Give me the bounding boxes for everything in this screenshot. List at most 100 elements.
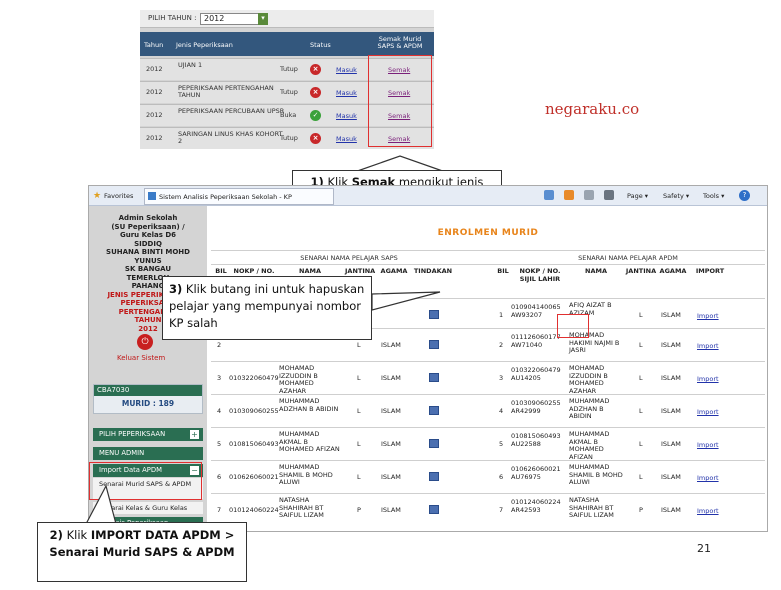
apdm-nokp: 010815060493 AU22588 xyxy=(511,432,561,448)
divider xyxy=(211,264,765,265)
saps-agama: ISLAM xyxy=(381,473,401,481)
print-icon[interactable] xyxy=(604,190,614,200)
home-icon[interactable] xyxy=(544,190,554,200)
callout-pointer-2 xyxy=(85,484,117,525)
chevron-down-icon[interactable]: ▾ xyxy=(258,13,268,25)
saps-jantina: L xyxy=(357,341,361,349)
import-link[interactable]: Import xyxy=(697,375,719,383)
exam-status: Tutup xyxy=(280,88,298,96)
power-icon[interactable]: ⏻ xyxy=(137,334,153,350)
year-label: PILIH TAHUN : xyxy=(148,14,197,22)
exam-status: Buka xyxy=(280,111,297,119)
import-link[interactable]: Import xyxy=(697,507,719,515)
exam-table-header: Tahun Jenis Peperiksaan Status Semak Mur… xyxy=(140,32,434,56)
close-icon: × xyxy=(310,87,321,98)
apdm-bil: 4 xyxy=(499,407,504,415)
apdm-nokp: 010322060479 AU14205 xyxy=(511,366,561,382)
pilih-peperiksaan-label: PILIH PEPERIKSAAN xyxy=(99,430,166,438)
menu-page[interactable]: Page ▾ xyxy=(627,192,648,200)
saps-nama: MOHAMAD IZZUDDIN B MOHAMED AZAHAR xyxy=(279,364,318,395)
apdm-col-bil: BIL xyxy=(497,267,509,275)
browser-tab[interactable]: Sistem Analisis Peperiksaan Sekolah - KP xyxy=(144,188,334,205)
user-info-line: SK BANGAU xyxy=(124,265,172,273)
apdm-agama: ISLAM xyxy=(661,440,681,448)
import-link[interactable]: Import xyxy=(697,408,719,416)
exam-status: Tutup xyxy=(280,134,298,142)
col-status: Status xyxy=(310,41,331,49)
import-link[interactable]: Import xyxy=(697,441,719,449)
callout-3-number: 3) xyxy=(169,282,183,296)
apdm-jantina: L xyxy=(639,473,643,481)
exam-name: PEPERIKSAAN PERTENGAHAN TAHUN xyxy=(178,84,274,99)
apdm-nokp: 010309060255 AR42999 xyxy=(511,399,561,415)
saps-col-nama: NAMA xyxy=(299,267,321,275)
saps-agama: ISLAM xyxy=(381,407,401,415)
exam-year: 2012 xyxy=(146,134,163,142)
year-filter-bar: PILIH TAHUN : 2012 ▾ xyxy=(140,10,434,28)
saps-nama: MUHAMMAD AKMAL B MOHAMED AFIZAN xyxy=(279,430,340,453)
exam-name: UJIAN 1 xyxy=(178,61,203,69)
masuk-link[interactable]: Masuk xyxy=(336,89,357,97)
import-link[interactable]: Import xyxy=(697,312,719,320)
apdm-agama: ISLAM xyxy=(661,311,681,319)
menu-safety[interactable]: Safety ▾ xyxy=(663,192,689,200)
mail-icon[interactable] xyxy=(584,190,594,200)
saps-jantina: L xyxy=(357,440,361,448)
saps-nokp: 010322060479 xyxy=(229,374,279,382)
delete-student-icon[interactable] xyxy=(429,439,439,448)
apdm-jantina: L xyxy=(639,440,643,448)
user-info-line: SUHANA BINTI MOHD xyxy=(106,248,190,256)
exam-name: PEPERIKSAAN PERCUBAAN UPSR xyxy=(178,107,285,115)
saps-agama: ISLAM xyxy=(381,506,401,514)
import-link[interactable]: Import xyxy=(697,474,719,482)
menu-tools[interactable]: Tools ▾ xyxy=(703,192,724,200)
delete-student-icon[interactable] xyxy=(429,472,439,481)
apdm-nama: NATASHA SHAHIRAH BT SAIFUL LIZAM xyxy=(569,496,614,519)
exam-status: Tutup xyxy=(280,65,298,73)
import-link[interactable]: Import xyxy=(697,342,719,350)
check-icon: ✓ xyxy=(310,110,321,121)
saps-bil: 7 xyxy=(217,506,222,514)
saps-bil: 2 xyxy=(217,341,222,349)
pilih-peperiksaan-button[interactable]: PILIH PEPERIKSAAN + xyxy=(93,428,203,441)
masuk-link[interactable]: Masuk xyxy=(336,135,357,143)
logout-link[interactable]: Keluar Sistem xyxy=(117,354,165,362)
help-icon[interactable]: ? xyxy=(739,190,750,201)
plus-icon: + xyxy=(190,430,199,439)
browser-window: ★ Favorites Sistem Analisis Peperiksaan … xyxy=(88,185,768,532)
exam-year: 2012 xyxy=(146,88,163,96)
apdm-jantina: P xyxy=(639,506,643,514)
delete-student-icon[interactable] xyxy=(429,373,439,382)
row-divider xyxy=(211,361,765,362)
row-divider xyxy=(211,427,765,428)
saps-col-jantina: JANTINA xyxy=(345,267,376,275)
row-divider xyxy=(211,394,765,395)
delete-student-icon[interactable] xyxy=(429,340,439,349)
user-info-line: Admin Sekolah xyxy=(118,214,178,222)
apdm-agama: ISLAM xyxy=(661,407,681,415)
apdm-jantina: L xyxy=(639,374,643,382)
saps-bil: 5 xyxy=(217,440,222,448)
feeds-icon[interactable] xyxy=(564,190,574,200)
delete-student-icon[interactable] xyxy=(429,406,439,415)
apdm-agama: ISLAM xyxy=(661,374,681,382)
callout-2-text: Klik xyxy=(62,528,91,542)
saps-agama: ISLAM xyxy=(381,341,401,349)
star-icon[interactable]: ★ xyxy=(93,191,101,201)
apdm-nama: MUHAMMAD ADZHAN B ABIDIN xyxy=(569,397,610,420)
menu-admin-button[interactable]: MENU ADMIN xyxy=(93,447,203,460)
callout-step-3: 3) Klik butang ini untuk hapuskan pelaja… xyxy=(162,276,372,340)
favorites-button[interactable]: Favorites xyxy=(104,192,133,200)
col-jenis: Jenis Peperiksaan xyxy=(176,41,233,49)
masuk-link[interactable]: Masuk xyxy=(336,112,357,120)
apdm-col-import: IMPORT xyxy=(695,267,725,275)
brand-watermark: negaraku.co xyxy=(545,100,640,118)
col-semak: Semak Murid SAPS & APDM xyxy=(377,35,423,50)
user-info-line: YUNUS xyxy=(134,256,162,265)
callout-step-2: 2) Klik IMPORT DATA APDM > Senarai Murid… xyxy=(37,522,247,582)
saps-nokp: 010309060255 xyxy=(229,407,279,415)
delete-student-icon[interactable] xyxy=(429,505,439,514)
apdm-bil: 5 xyxy=(499,440,504,448)
masuk-link[interactable]: Masuk xyxy=(336,66,357,74)
saps-nokp: 010626060021 xyxy=(229,473,279,481)
